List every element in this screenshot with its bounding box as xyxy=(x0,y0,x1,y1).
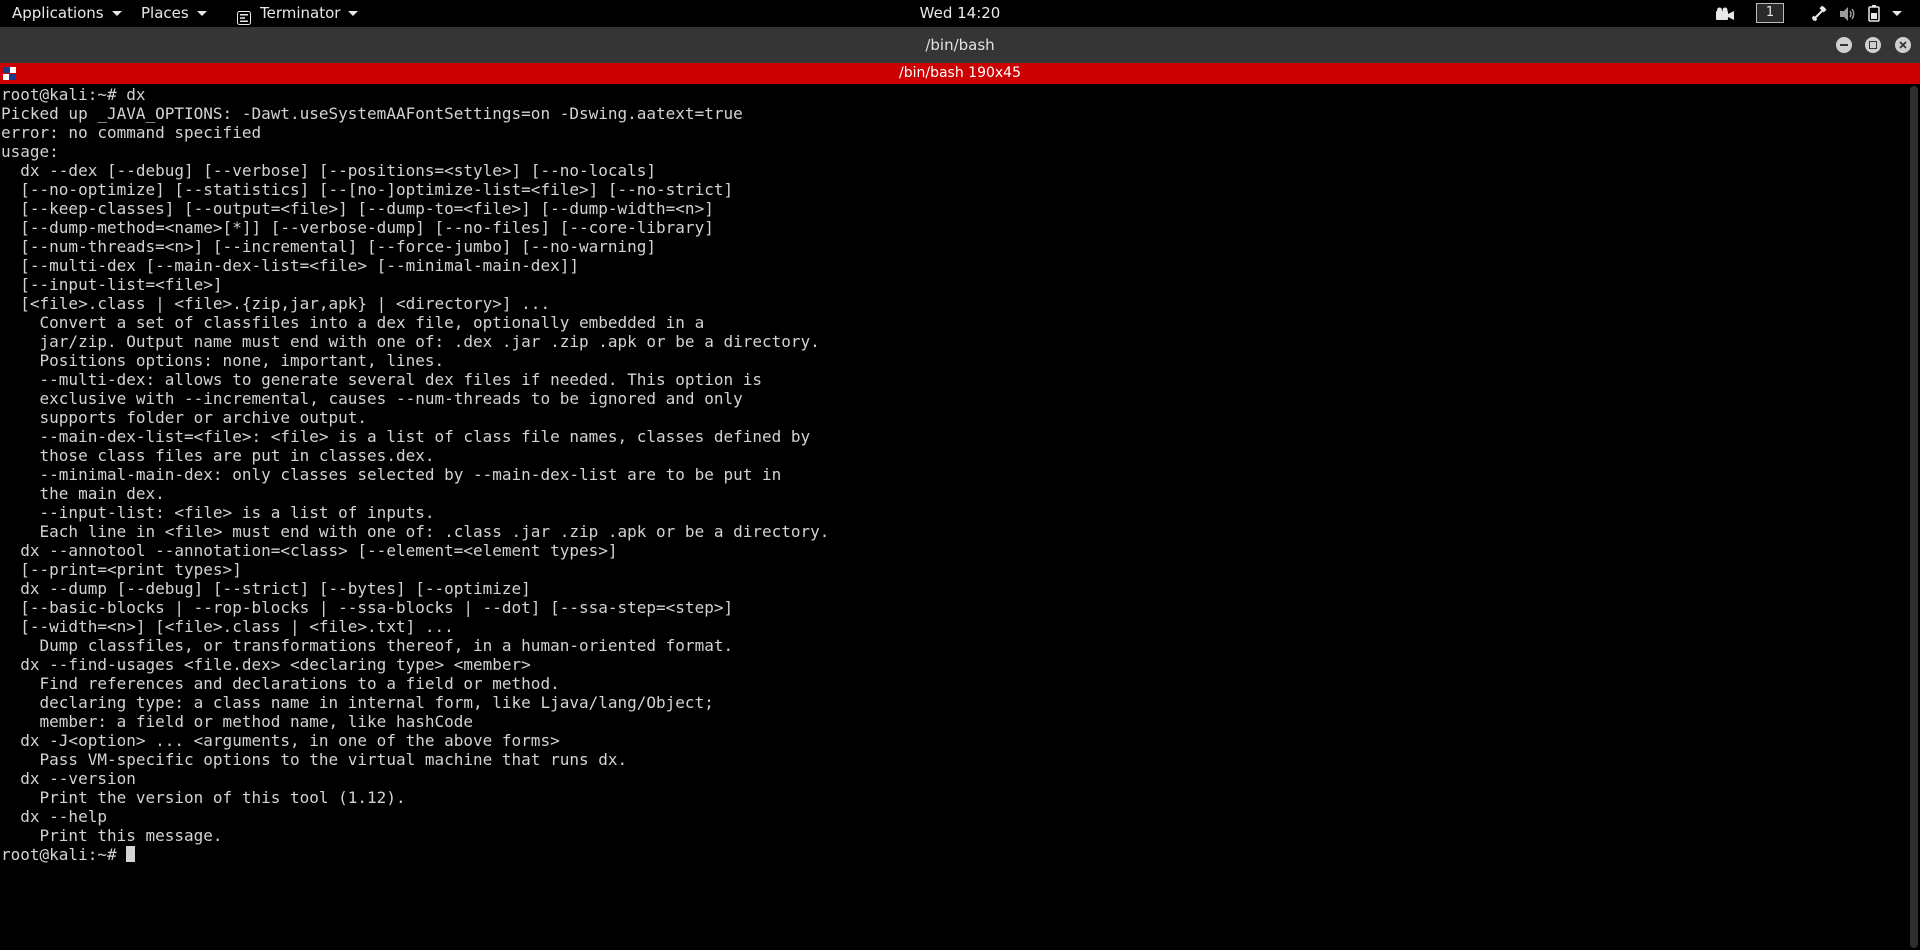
terminal-line: Each line in <file> must end with one of… xyxy=(1,522,830,541)
terminal-line: [--input-list=<file>] xyxy=(1,275,223,294)
terminal-line: dx --annotool --annotation=<class> [--el… xyxy=(1,541,618,560)
video-camera-icon[interactable] xyxy=(1714,4,1736,23)
terminal-output[interactable]: root@kali:~# dx Picked up _JAVA_OPTIONS: … xyxy=(0,84,1904,950)
terminal-line: [--print=<print types>] xyxy=(1,560,242,579)
terminal-line: Find references and declarations to a fi… xyxy=(1,674,560,693)
maximize-button[interactable] xyxy=(1865,37,1881,53)
close-button[interactable] xyxy=(1895,37,1911,53)
terminal-line: --multi-dex: allows to generate several … xyxy=(1,370,762,389)
terminal-line: Print the version of this tool (1.12). xyxy=(1,788,406,807)
terminal-line: dx --dex [--debug] [--verbose] [--positi… xyxy=(1,161,657,180)
maximize-icon xyxy=(1869,41,1877,49)
terminal-line: supports folder or archive output. xyxy=(1,408,368,427)
terminal-line: Pass VM-specific options to the virtual … xyxy=(1,750,628,769)
system-menu-chevron-icon[interactable] xyxy=(1888,4,1906,23)
battery-icon[interactable] xyxy=(1866,4,1882,23)
terminal-line: root@kali:~# dx xyxy=(1,85,146,104)
terminal-line: [<file>.class | <file>.{zip,jar,apk} | <… xyxy=(1,294,551,313)
window-titlebar[interactable]: /bin/bash xyxy=(0,27,1920,63)
terminal-line: jar/zip. Output name must end with one o… xyxy=(1,332,820,351)
prompt-line[interactable]: root@kali:~# xyxy=(1,845,136,864)
terminal-line: those class files are put in classes.dex… xyxy=(1,446,435,465)
system-tray: 1 xyxy=(0,0,1920,27)
terminal-line: Print this message. xyxy=(1,826,223,845)
minimize-icon xyxy=(1840,44,1848,46)
terminal-line: Convert a set of classfiles into a dex f… xyxy=(1,313,705,332)
terminal-line: member: a field or method name, like has… xyxy=(1,712,474,731)
top-panel: Applications Places Terminator Wed 14:20 xyxy=(0,0,1920,27)
terminal-line: declaring type: a class name in internal… xyxy=(1,693,714,712)
terminal-line: dx --find-usages <file.dex> <declaring t… xyxy=(1,655,531,674)
terminal-line: usage: xyxy=(1,142,59,161)
terminal-line: dx -J<option> ... <arguments, in one of … xyxy=(1,731,560,750)
terminal-line: dx --help xyxy=(1,807,107,826)
terminal-line: dx --dump [--debug] [--strict] [--bytes]… xyxy=(1,579,531,598)
workspace-number: 1 xyxy=(1765,5,1775,20)
terminal-line: [--keep-classes] [--output=<file>] [--du… xyxy=(1,199,714,218)
terminal-titlebar[interactable]: /bin/bash 190x45 xyxy=(0,63,1920,84)
window-title: /bin/bash xyxy=(925,36,995,54)
terminal-line: exclusive with --incremental, causes --n… xyxy=(1,389,743,408)
terminal-line: Picked up _JAVA_OPTIONS: -Dawt.useSystem… xyxy=(1,104,743,123)
terminal-line: Dump classfiles, or transformations ther… xyxy=(1,636,734,655)
terminal-line: the main dex. xyxy=(1,484,165,503)
terminal-line: [--basic-blocks | --rop-blocks | --ssa-b… xyxy=(1,598,734,617)
minimize-button[interactable] xyxy=(1836,37,1852,53)
scrollbar-thumb[interactable] xyxy=(1910,86,1918,948)
terminal-line: [--width=<n>] [<file>.class | <file>.txt… xyxy=(1,617,454,636)
network-wired-icon[interactable] xyxy=(1810,4,1828,23)
workspace-indicator[interactable]: 1 xyxy=(1756,3,1784,23)
terminal-line: error: no command specified xyxy=(1,123,262,142)
terminal-line: dx --version xyxy=(1,769,136,788)
terminal-line: [--no-optimize] [--statistics] [--[no-]o… xyxy=(1,180,734,199)
shell-prompt: root@kali:~# xyxy=(1,845,127,864)
terminal-line: [--num-threads=<n>] [--incremental] [--f… xyxy=(1,237,657,256)
terminal-line: --minimal-main-dex: only classes selecte… xyxy=(1,465,782,484)
terminal-scrollbar[interactable] xyxy=(1904,84,1920,950)
volume-icon[interactable] xyxy=(1838,4,1858,23)
terminal-line: Positions options: none, important, line… xyxy=(1,351,445,370)
terminal-line: --input-list: <file> is a list of inputs… xyxy=(1,503,435,522)
terminal-line: --main-dex-list=<file>: <file> is a list… xyxy=(1,427,811,446)
terminal-line: [--dump-method=<name>[*]] [--verbose-dum… xyxy=(1,218,714,237)
text-cursor xyxy=(126,846,136,862)
terminal-line: [--multi-dex [--main-dex-list=<file> [--… xyxy=(1,256,579,275)
terminal-title: /bin/bash 190x45 xyxy=(899,65,1021,81)
close-icon xyxy=(1899,41,1907,49)
